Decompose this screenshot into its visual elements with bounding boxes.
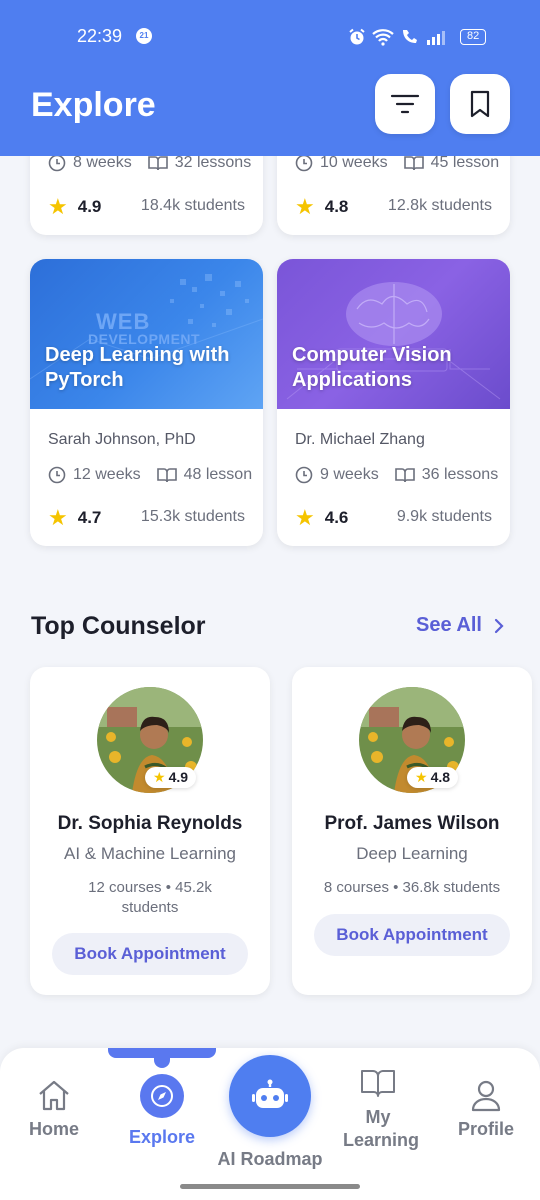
notification-badge: 21 [136, 28, 152, 44]
nav-explore[interactable]: Explore [122, 1074, 202, 1149]
home-indicator [180, 1184, 360, 1189]
ai-roadmap-button[interactable] [229, 1055, 311, 1137]
course-image: WEB DEVELOPMENT Deep Learning with PyTor… [30, 259, 263, 409]
counselor-rating-badge: ★ 4.8 [407, 767, 459, 788]
filter-button[interactable] [375, 74, 435, 134]
course-students: 15.3k students [140, 508, 245, 525]
course-students: 12.8k students [387, 197, 492, 214]
book-icon [156, 468, 177, 483]
course-lessons: 48 lesson [183, 466, 253, 483]
clock-icon [48, 154, 66, 172]
counselor-rating-badge: ★ 4.9 [145, 767, 197, 788]
counselor-field: AI & Machine Learning [64, 844, 236, 863]
course-rating: ★ 4.7 [48, 505, 102, 530]
counselor-stats: 12 courses • 45.2k students [88, 879, 212, 916]
wifi-icon [372, 29, 394, 46]
course-card-computer-vision[interactable]: Computer Vision Applications Dr. Michael… [277, 259, 510, 546]
explore-icon [140, 1074, 184, 1118]
see-all-label: See All [416, 614, 482, 636]
clock-icon [295, 154, 313, 172]
course-rating: ★ 4.9 [48, 194, 102, 219]
book-icon [147, 156, 168, 171]
battery-indicator: 82 [460, 29, 487, 45]
counselor-name: Dr. Sophia Reynolds [57, 813, 243, 834]
book-open-icon [361, 1070, 395, 1097]
signal-icon [427, 31, 445, 45]
course-students: 18.4k students [140, 197, 245, 214]
course-meta: 10 weeks 45 lesson [295, 154, 499, 172]
book-icon [394, 468, 415, 483]
course-card-pytorch[interactable]: WEB DEVELOPMENT Deep Learning with PyTor… [30, 259, 263, 546]
nav-ai-roadmap-label: AI Roadmap [217, 1149, 323, 1169]
bookmark-icon [470, 90, 490, 118]
nav-my-learning[interactable]: My Learning [334, 1068, 422, 1152]
nav-home[interactable]: Home [22, 1078, 86, 1141]
status-time: 22:39 [77, 26, 123, 46]
star-icon: ★ [295, 194, 315, 219]
star-icon: ★ [295, 505, 315, 530]
course-instructor: Sarah Johnson, PhD [48, 431, 196, 448]
course-lessons: 32 lessons [174, 154, 252, 171]
course-students: 9.9k students [396, 508, 492, 525]
course-duration: 9 weeks [320, 466, 379, 483]
page-title: Explore [31, 86, 156, 124]
course-instructor: Dr. Michael Zhang [295, 431, 425, 448]
course-meta: 8 weeks 32 lessons [48, 154, 251, 172]
clock-icon [295, 466, 313, 484]
home-icon [39, 1080, 69, 1111]
status-icons: 82 [348, 28, 487, 46]
course-rating: ★ 4.6 [295, 505, 349, 530]
bookmark-button[interactable] [450, 74, 510, 134]
book-appointment-button[interactable]: Book Appointment [314, 914, 510, 956]
course-duration: 12 weeks [73, 466, 141, 483]
star-icon: ★ [415, 769, 428, 785]
avatar-container: ★ 4.9 [97, 687, 203, 793]
status-bar: 22:39 21 82 [0, 22, 540, 52]
filter-icon [390, 94, 420, 114]
alarm-icon [349, 28, 365, 45]
active-tab-notch [154, 1056, 170, 1068]
course-title: Computer Vision Applications [292, 344, 452, 391]
book-icon [403, 156, 424, 171]
see-all-link[interactable]: See All [416, 614, 504, 637]
counselor-name: Prof. James Wilson [324, 813, 500, 834]
counselor-card[interactable]: ★ 4.9 Dr. Sophia Reynolds AI & Machine Le… [30, 667, 270, 995]
course-duration: 8 weeks [73, 154, 132, 171]
nav-profile[interactable]: Profile [450, 1078, 522, 1141]
user-icon [471, 1080, 501, 1112]
course-lessons: 36 lessons [421, 466, 499, 483]
book-appointment-button[interactable]: Book Appointment [52, 933, 248, 975]
counselor-stats: 8 courses • 36.8k students [323, 879, 501, 896]
course-image: Computer Vision Applications [277, 259, 510, 409]
course-meta: 9 weeks 36 lessons [295, 466, 498, 484]
course-duration: 10 weeks [320, 154, 388, 171]
star-icon: ★ [48, 194, 68, 219]
course-title: Deep Learning with PyTorch [45, 344, 230, 391]
app-header: 22:39 21 82 Explore [0, 0, 540, 156]
counselor-card[interactable]: ★ 4.8 Prof. James Wilson Deep Learning 8 … [292, 667, 532, 995]
course-meta: 12 weeks 48 lesson [48, 466, 252, 484]
clock-icon [48, 466, 66, 484]
chevron-right-icon [494, 618, 504, 633]
counselor-field: Deep Learning [356, 844, 468, 863]
star-icon: ★ [153, 769, 166, 785]
section-title-top-counselor: Top Counselor [31, 612, 206, 640]
robot-icon [252, 1079, 288, 1108]
course-lessons: 45 lesson [430, 154, 500, 171]
call-icon [403, 30, 417, 43]
avatar-container: ★ 4.8 [359, 687, 465, 793]
course-rating: ★ 4.8 [295, 194, 349, 219]
star-icon: ★ [48, 505, 68, 530]
